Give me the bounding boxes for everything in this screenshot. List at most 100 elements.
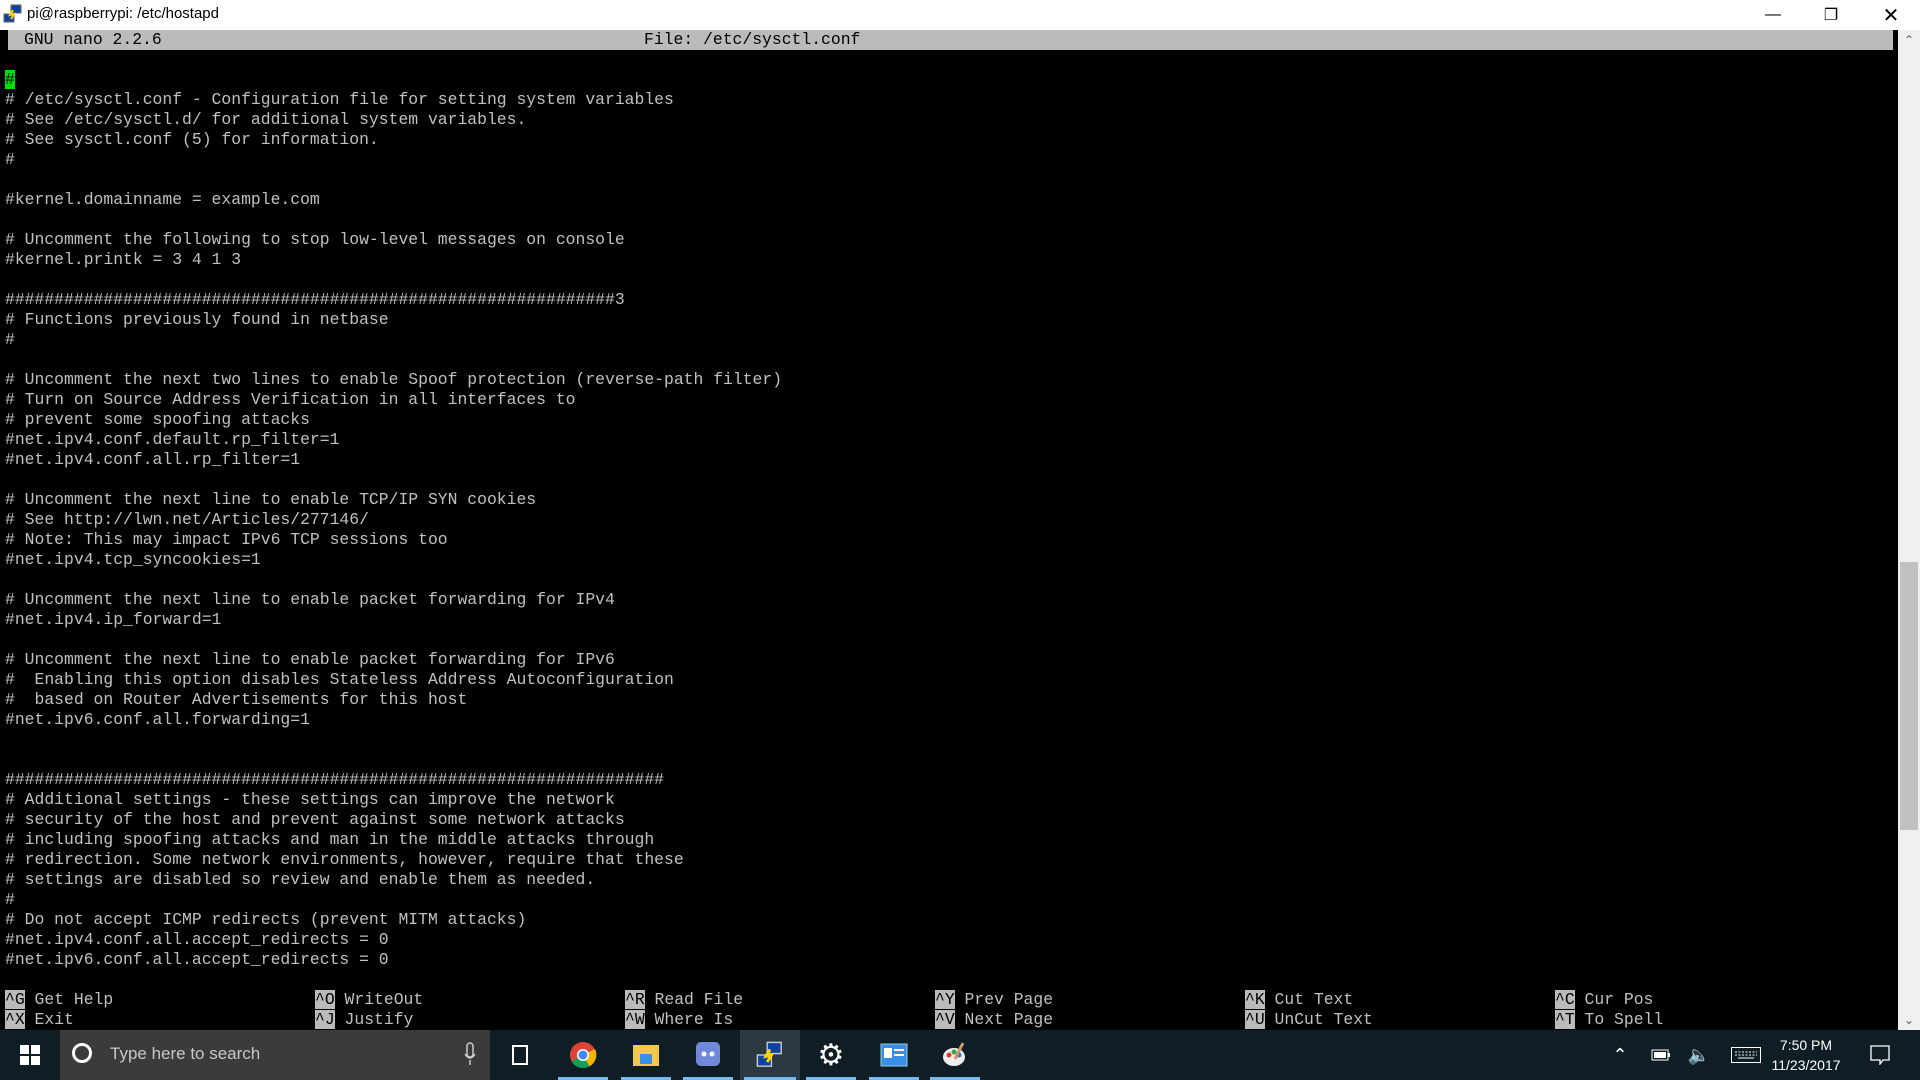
file-line: #net.ipv4.conf.all.rp_filter=1 <box>5 450 301 469</box>
nano-header: GNU nano 2.2.6 File: /etc/sysctl.conf <box>8 30 1893 50</box>
title-bar: pi@raspberrypi: /etc/hostapd — ❐ ✕ <box>0 0 1920 30</box>
shortcut-key: ^U <box>1245 1010 1265 1029</box>
shortcut-get-help[interactable]: ^G Get Help <box>5 990 113 1010</box>
file-line: #kernel.printk = 3 4 1 3 <box>5 250 242 269</box>
restore-button[interactable]: ❐ <box>1802 0 1860 30</box>
file-line: #net.ipv6.conf.all.forwarding=1 <box>5 710 310 729</box>
chrome-icon <box>570 1042 597 1069</box>
taskbar-putty[interactable] <box>740 1030 800 1080</box>
shortcut-key: ^R <box>625 990 645 1009</box>
shortcut-label: To Spell <box>1584 1010 1664 1029</box>
shortcut-label: Prev Page <box>964 990 1054 1009</box>
shortcut-next-page[interactable]: ^V Next Page <box>935 1010 1053 1030</box>
file-line: # settings are disabled so review and en… <box>5 870 596 889</box>
clock-date: 11/23/2017 <box>1771 1057 1841 1073</box>
shortcut-key: ^T <box>1555 1010 1575 1029</box>
file-line: # Do not accept ICMP redirects (prevent … <box>5 910 527 929</box>
show-hidden-icons-button[interactable]: ⌃ <box>1606 1030 1634 1080</box>
shortcut-exit[interactable]: ^X Exit <box>5 1010 74 1030</box>
action-center-button[interactable] <box>1862 1030 1898 1080</box>
microphone-icon[interactable] <box>464 1042 476 1066</box>
clock[interactable]: 7:50 PM 11/23/2017 <box>1766 1035 1846 1075</box>
shortcut-label: Next Page <box>964 1010 1054 1029</box>
folder-icon <box>633 1045 659 1066</box>
file-line: # prevent some spoofing attacks <box>5 410 310 429</box>
file-line: #net.ipv4.ip_forward=1 <box>5 610 222 629</box>
file-line: # Note: This may impact IPv6 TCP session… <box>5 530 448 549</box>
task-view-button[interactable] <box>491 1030 549 1080</box>
shortcut-label: Get Help <box>34 990 114 1009</box>
scrollbar[interactable]: ⌃ ⌄ <box>1898 30 1920 1030</box>
shortcut-label: Cut Text <box>1274 990 1354 1009</box>
file-line: # See sysctl.conf (5) for information. <box>5 130 379 149</box>
shortcut-key: ^Y <box>935 990 955 1009</box>
close-button[interactable]: ✕ <box>1862 0 1920 30</box>
taskbar-chrome[interactable] <box>554 1030 612 1080</box>
shortcut-label: Justify <box>344 1010 414 1029</box>
shortcut-key: ^W <box>625 1010 645 1029</box>
putty-icon <box>3 4 22 23</box>
taskbar-paint[interactable] <box>926 1030 984 1080</box>
shortcut-label: Where Is <box>654 1010 734 1029</box>
shortcut-key: ^G <box>5 990 25 1009</box>
taskbar-settings[interactable]: ⚙ <box>802 1030 860 1080</box>
keyboard-icon <box>1731 1047 1761 1063</box>
file-line: # Uncomment the next line to enable TCP/… <box>5 490 537 509</box>
shortcut-to-spell[interactable]: ^T To Spell <box>1555 1010 1663 1030</box>
touch-keyboard-button[interactable] <box>1728 1030 1764 1080</box>
shortcut-uncut-text[interactable]: ^U UnCut Text <box>1245 1010 1373 1030</box>
volume-button[interactable]: 🔈 <box>1683 1030 1715 1080</box>
battery-button[interactable] <box>1645 1030 1677 1080</box>
file-line: # <box>5 150 15 169</box>
shortcut-key: ^V <box>935 1010 955 1029</box>
scrollbar-thumb[interactable] <box>1900 562 1918 831</box>
file-line: # Uncomment the next two lines to enable… <box>5 370 783 389</box>
file-line: #net.ipv4.conf.default.rp_filter=1 <box>5 430 340 449</box>
nano-version: GNU nano 2.2.6 <box>24 30 162 49</box>
chevron-up-icon: ⌃ <box>1612 1044 1628 1065</box>
file-line: ########################################… <box>5 770 665 789</box>
discord-icon <box>696 1042 720 1066</box>
shortcut-cut-text[interactable]: ^K Cut Text <box>1245 990 1353 1010</box>
taskbar: Type here to search ⚙ ⌃ 🔈 7:50 PM 11/23/… <box>0 1030 1920 1080</box>
file-line: # See http://lwn.net/Articles/277146/ <box>5 510 369 529</box>
paint-icon <box>943 1042 965 1066</box>
windows-icon <box>20 1045 40 1065</box>
battery-icon <box>1651 1049 1670 1061</box>
shortcut-where-is[interactable]: ^W Where Is <box>625 1010 733 1030</box>
file-line: # Functions previously found in netbase <box>5 310 389 329</box>
file-line: ########################################… <box>5 290 625 309</box>
file-line: # Uncomment the next line to enable pack… <box>5 650 615 669</box>
shortcut-read-file[interactable]: ^R Read File <box>625 990 743 1010</box>
file-line: # based on Router Advertisements for thi… <box>5 690 468 709</box>
shortcut-justify[interactable]: ^J Justify <box>315 1010 413 1030</box>
speaker-icon: 🔈 <box>1687 1044 1711 1065</box>
start-button[interactable] <box>0 1030 60 1080</box>
shortcut-label: UnCut Text <box>1274 1010 1373 1029</box>
clock-time: 7:50 PM <box>1779 1037 1833 1053</box>
file-line: # /etc/sysctl.conf - Configuration file … <box>5 90 674 109</box>
minimize-button[interactable]: — <box>1744 0 1802 30</box>
taskbar-file-explorer[interactable] <box>617 1030 675 1080</box>
search-box[interactable]: Type here to search <box>60 1030 490 1080</box>
shortcut-key: ^O <box>315 990 335 1009</box>
scroll-down-icon[interactable]: ⌄ <box>1898 1010 1920 1030</box>
file-line: #kernel.domainname = example.com <box>5 190 320 209</box>
text-cursor: # <box>5 70 15 89</box>
shortcut-key: ^C <box>1555 990 1575 1009</box>
shortcut-cur-pos[interactable]: ^C Cur Pos <box>1555 990 1653 1010</box>
file-line: #net.ipv4.tcp_syncookies=1 <box>5 550 261 569</box>
scroll-up-icon[interactable]: ⌃ <box>1898 30 1920 50</box>
file-line: # redirection. Some network environments… <box>5 850 684 869</box>
shortcut-writeout[interactable]: ^O WriteOut <box>315 990 423 1010</box>
taskbar-control-panel[interactable] <box>865 1030 923 1080</box>
taskbar-discord[interactable] <box>679 1030 737 1080</box>
shortcut-key: ^K <box>1245 990 1265 1009</box>
shortcut-label: Exit <box>34 1010 74 1029</box>
file-line: # <box>5 330 15 349</box>
cursor-line: # <box>5 70 15 90</box>
file-line: # See /etc/sysctl.d/ for additional syst… <box>5 110 527 129</box>
file-line: # Turn on Source Address Verification in… <box>5 390 576 409</box>
terminal[interactable]: GNU nano 2.2.6 File: /etc/sysctl.conf # … <box>0 30 1898 1030</box>
shortcut-prev-page[interactable]: ^Y Prev Page <box>935 990 1053 1010</box>
